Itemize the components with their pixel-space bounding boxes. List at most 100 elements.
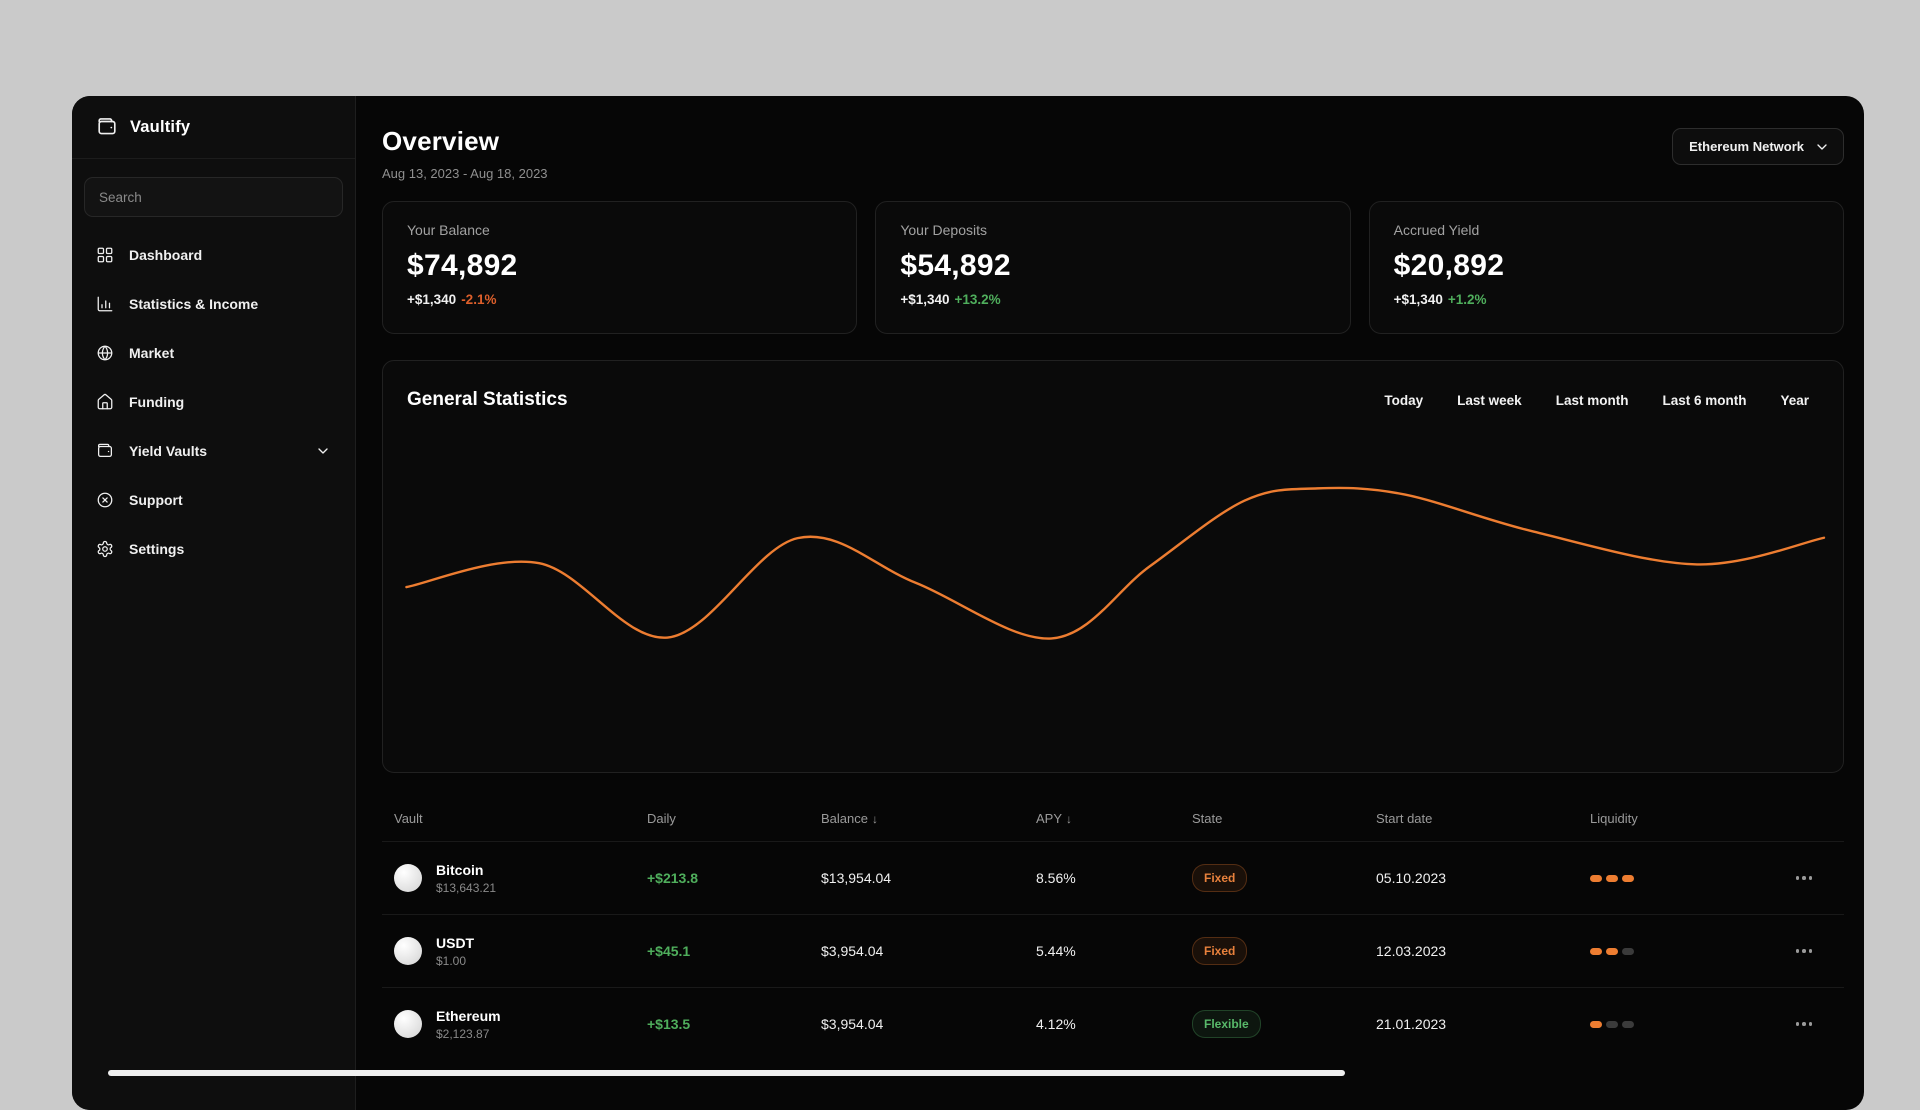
liquidity-pill (1622, 874, 1634, 882)
column-header-apy[interactable]: APY ↓ (1024, 811, 1180, 826)
stat-cards-row: Your Balance $74,892 +$1,340 -2.1% Your Depo… (382, 201, 1844, 334)
coin-avatar (394, 864, 422, 892)
liquidity-cell (1578, 947, 1764, 955)
coin-price: $13,643.21 (436, 880, 497, 895)
sidebar-item-label: Dashboard (129, 247, 203, 263)
change-percent: -2.1% (461, 292, 497, 307)
state-badge: Fixed (1192, 864, 1248, 892)
stat-card-change: +$1,340 -2.1% (407, 292, 832, 307)
liquidity-pill (1606, 874, 1618, 882)
column-header-balance[interactable]: Balance ↓ (809, 811, 1024, 826)
coin-info: USDT $1.00 (436, 935, 474, 968)
sidebar-item-label: Market (129, 345, 175, 361)
sidebar-item-label: Yield Vaults (129, 443, 208, 459)
general-statistics-panel: General Statistics Today Last week Last mo… (382, 360, 1844, 773)
vault-table: Bitcoin $13,643.21 +$213.8 $13,954.04 8.56% F… (382, 842, 1844, 1060)
row-menu-button[interactable] (1764, 868, 1844, 888)
liquidity-pill (1590, 1020, 1602, 1028)
sidebar-item-label: Statistics & Income (129, 296, 259, 312)
column-label: State (1192, 810, 1223, 826)
filter-year[interactable]: Year (1780, 393, 1809, 408)
change-percent: +13.2% (954, 292, 1001, 307)
stat-card-value: $20,892 (1393, 249, 1505, 282)
liquidity-pill (1590, 947, 1602, 955)
sidebar-item-market[interactable]: Market (84, 331, 343, 375)
stat-card-value: $54,892 (900, 249, 1011, 282)
sort-desc-icon: ↓ (1066, 811, 1073, 826)
state-badge: Flexible (1192, 1010, 1261, 1038)
support-icon (97, 492, 113, 508)
row-menu-button[interactable] (1764, 941, 1844, 961)
stat-card-your-balance: Your Balance $74,892 +$1,340 -2.1% (382, 201, 858, 334)
filter-last-6-month[interactable]: Last 6 month (1662, 393, 1746, 408)
main-content: Overview Aug 13, 2023 - Aug 18, 2023 Eth… (356, 96, 1864, 1110)
filter-last-month[interactable]: Last month (1556, 393, 1629, 408)
column-header-daily[interactable]: Daily (635, 811, 809, 826)
column-label: Vault (394, 810, 423, 826)
chevron-down-icon (318, 448, 328, 454)
table-row-ethereum[interactable]: Ethereum $2,123.87 +$13.5 $3,954.04 4.12% Fle… (382, 988, 1844, 1060)
network-selector[interactable]: Ethereum Network (1672, 128, 1844, 165)
stat-card-label: Accrued Yield (1393, 222, 1480, 238)
liquidity-cell (1578, 874, 1764, 882)
sidebar-item-support[interactable]: Support (84, 478, 343, 522)
liquidity-pill (1622, 1020, 1634, 1028)
state-cell: Fixed (1180, 937, 1364, 965)
chevron-down-icon (1817, 143, 1827, 150)
balance-cell: $3,954.04 (821, 1016, 884, 1032)
coin-info: Bitcoin $13,643.21 (436, 862, 496, 895)
filter-last-week[interactable]: Last week (1457, 393, 1522, 408)
column-header-state[interactable]: State (1180, 811, 1364, 826)
liquidity-pill (1606, 1020, 1618, 1028)
start-date-cell: 12.03.2023 (1376, 943, 1447, 959)
row-menu-button[interactable] (1764, 1014, 1844, 1034)
globe-icon (97, 345, 113, 361)
sidebar-item-dashboard[interactable]: Dashboard (84, 233, 343, 277)
coin-info: Ethereum $2,123.87 (436, 1008, 501, 1041)
liquidity-cell (1578, 1020, 1764, 1028)
time-range-filters: Today Last week Last month Last 6 month Year (1384, 393, 1819, 408)
stat-card-your-deposits: Your Deposits $54,892 +$1,340 +13.2% (875, 201, 1351, 334)
apy-cell: 5.44% (1036, 943, 1076, 959)
change-amount: +$1,340 (900, 292, 950, 307)
home-icon (97, 393, 113, 410)
coin-avatar (394, 937, 422, 965)
change-amount: +$1,340 (407, 292, 457, 307)
start-date-cell: 05.10.2023 (1376, 870, 1447, 886)
column-header-start-date[interactable]: Start date (1364, 811, 1578, 826)
horizontal-scrollbar[interactable] (108, 1070, 1345, 1076)
chart-title: General Statistics (407, 389, 568, 410)
wallet-icon (97, 443, 113, 458)
line-chart (383, 361, 1843, 772)
chart-line-series (406, 488, 1824, 639)
daily-change-cell: +$213.8 (647, 870, 698, 886)
vault-cell: USDT $1.00 (382, 935, 635, 968)
page-title: Overview (382, 126, 500, 156)
sidebar-item-yield-vaults[interactable]: Yield Vaults (84, 429, 343, 473)
stat-card-change: +$1,340 +13.2% (900, 292, 1325, 307)
sidebar-item-statistics-income[interactable]: Statistics & Income (84, 282, 343, 326)
column-header-vault[interactable]: Vault (382, 811, 635, 826)
column-label: Liquidity (1590, 810, 1638, 826)
column-label: Start date (1376, 810, 1433, 826)
daily-change-cell: +$13.5 (647, 1016, 691, 1032)
table-row-usdt[interactable]: USDT $1.00 +$45.1 $3,954.04 5.44% Fixed 12.03.… (382, 915, 1844, 988)
sidebar-item-settings[interactable]: Settings (84, 527, 343, 571)
balance-cell: $13,954.04 (821, 870, 892, 886)
balance-cell: $3,954.04 (821, 943, 884, 959)
coin-name: Ethereum (436, 1007, 501, 1024)
daily-change-cell: +$45.1 (647, 943, 691, 959)
search-input[interactable] (84, 177, 343, 217)
chart-header: General Statistics Today Last week Last mo… (383, 361, 1843, 411)
table-row-bitcoin[interactable]: Bitcoin $13,643.21 +$213.8 $13,954.04 8.56% F… (382, 842, 1844, 915)
filter-today[interactable]: Today (1384, 393, 1423, 408)
app-logo: Vaultify (72, 96, 355, 159)
state-cell: Fixed (1180, 864, 1364, 892)
column-header-liquidity[interactable]: Liquidity (1578, 811, 1764, 826)
statistics-chart-icon (97, 296, 113, 312)
page-header: Overview Aug 13, 2023 - Aug 18, 2023 Eth… (382, 126, 1844, 181)
coin-name: Bitcoin (436, 861, 484, 878)
table-header: Vault Daily Balance ↓ APY ↓ State Start date Liq… (382, 795, 1844, 842)
date-range: Aug 13, 2023 - Aug 18, 2023 (382, 166, 548, 181)
sidebar-item-funding[interactable]: Funding (84, 380, 343, 424)
